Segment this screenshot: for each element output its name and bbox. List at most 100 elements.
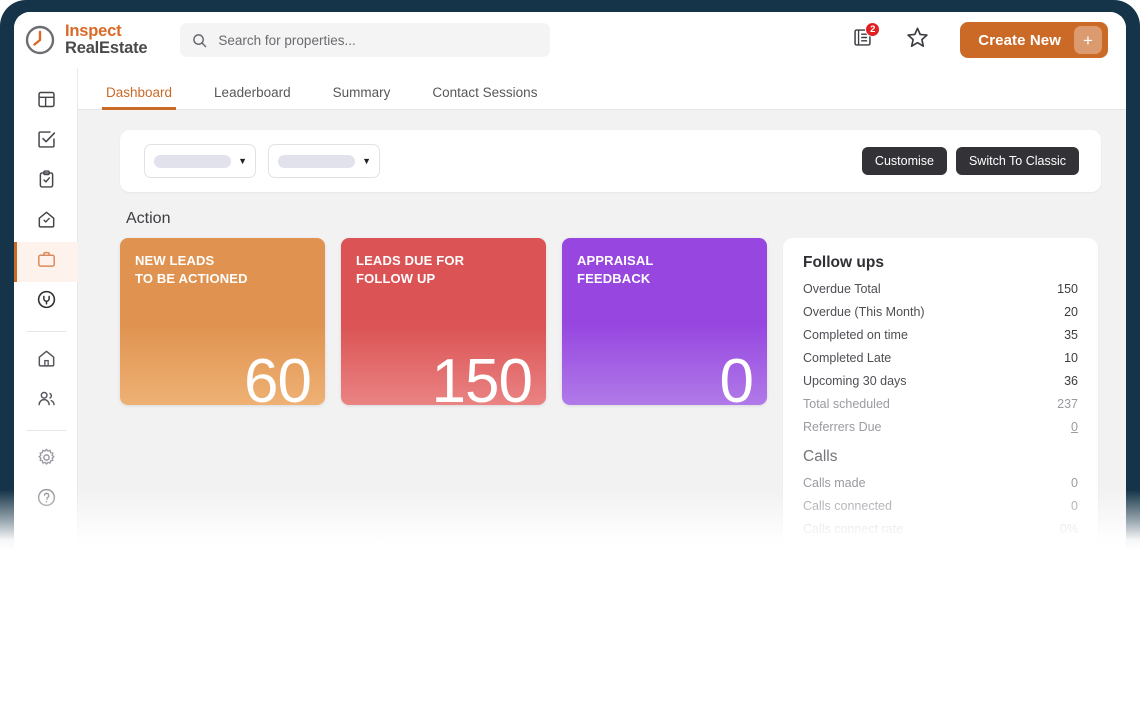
sidebar-divider-2 <box>25 430 66 431</box>
row-value: 0% <box>1059 522 1078 536</box>
card-new-leads[interactable]: NEW LEADS TO BE ACTIONED 60 <box>120 238 325 405</box>
card-label: APPOINTMENT COMPLETED <box>297 629 380 657</box>
filter-select-2[interactable]: ▼ <box>268 144 380 178</box>
logo-text-line2: RealEstate <box>65 39 148 57</box>
layout-dashboard-icon <box>36 89 57 115</box>
results-cards: APPRAISALS CONDUCTED APPOINTMENT COMPLET… <box>120 614 1101 724</box>
create-new-label: Create New <box>978 31 1061 49</box>
row-label: Overdue Total <box>803 282 881 296</box>
row-value: 150 <box>1057 282 1078 296</box>
clock-logo-icon <box>24 24 56 56</box>
notifications-button[interactable]: 2 <box>847 22 881 55</box>
filter-toolbar: ▼ ▼ Customise Switch To Classic <box>120 130 1101 192</box>
switch-to-classic-button[interactable]: Switch To Classic <box>955 147 1079 175</box>
header-actions: 2 Create New + <box>847 22 1126 58</box>
tab-dashboard[interactable]: Dashboard <box>101 85 177 110</box>
card-value-badge: 0 <box>554 625 587 665</box>
calls-row[interactable]: Calls connected 0 <box>803 499 1078 513</box>
followups-row[interactable]: Overdue Total 150 <box>803 282 1078 296</box>
search-bar[interactable] <box>180 23 551 57</box>
card-listed[interactable]: LISTED 0 <box>448 614 600 724</box>
help-circle-icon <box>36 487 57 513</box>
sidebar-item-integrations[interactable] <box>14 282 78 322</box>
card-leads-due-followup[interactable]: LEADS DUE FOR FOLLOW UP 150 <box>341 238 546 405</box>
tab-bar: Dashboard Leaderboard Summary Contact Se… <box>78 68 1126 110</box>
left-sidebar <box>14 68 78 728</box>
create-new-button[interactable]: Create New + <box>960 22 1108 58</box>
row-value: 20 <box>1064 305 1078 319</box>
card-appraisals-conducted[interactable]: APPRAISALS CONDUCTED <box>120 614 272 724</box>
row-value: 0 <box>1071 545 1078 559</box>
gear-icon <box>36 447 57 473</box>
followups-row[interactable]: Completed on time 35 <box>803 328 1078 342</box>
customise-button[interactable]: Customise <box>861 147 947 175</box>
tab-contact-sessions[interactable]: Contact Sessions <box>432 85 537 109</box>
plus-icon: + <box>1074 26 1102 54</box>
tab-leaderboard[interactable]: Leaderboard <box>214 85 291 109</box>
loading-skeleton <box>154 154 232 168</box>
card-value: 60 <box>244 347 312 406</box>
dashboard-scroll-area: ▼ ▼ Customise Switch To Classic Action N… <box>78 110 1126 724</box>
card-label: GAINED <box>625 629 669 641</box>
loading-skeleton <box>278 154 356 168</box>
card-value: 150 <box>431 347 533 406</box>
favourites-button[interactable] <box>902 25 932 55</box>
card-gained[interactable]: GAINED 0 <box>612 614 764 724</box>
calls-row[interactable]: Calls connect rate 0% <box>803 522 1078 536</box>
row-label: Calls connected <box>803 499 892 513</box>
row-value: 10 <box>1064 351 1078 365</box>
clipboard-check-icon <box>36 169 57 195</box>
logo-text-line1: Inspect <box>65 22 122 41</box>
chevron-down-icon: ▼ <box>238 155 247 166</box>
sidebar-item-contacts[interactable] <box>14 381 78 421</box>
calls-row[interactable]: Appointments booked from call 0 <box>803 545 1078 559</box>
followups-row[interactable]: Overdue (This Month) 20 <box>803 305 1078 319</box>
card-title: APPRAISAL FEEDBACK <box>577 253 654 286</box>
card-title: LEADS DUE FOR FOLLOW UP <box>356 253 465 286</box>
card-appraisal-feedback[interactable]: APPRAISAL FEEDBACK 0 <box>562 238 767 405</box>
card-value: 0 <box>719 347 754 406</box>
home-icon <box>36 348 57 374</box>
star-icon <box>905 25 930 55</box>
briefcase-icon <box>36 249 57 275</box>
action-row: NEW LEADS TO BE ACTIONED 60 LEADS DUE FO… <box>120 238 1101 568</box>
app-logo[interactable]: Inspect RealEstate <box>24 22 148 57</box>
followups-row[interactable]: Total scheduled 237 <box>803 397 1078 411</box>
card-appointment-completed[interactable]: APPOINTMENT COMPLETED 0 <box>284 614 436 724</box>
row-label: Completed on time <box>803 328 908 342</box>
sidebar-item-tasks[interactable] <box>14 122 78 162</box>
browser-frame: Inspect RealEstate Search for properties… <box>0 0 1140 728</box>
gauge-chart <box>143 676 249 724</box>
followups-panel: Follow ups Overdue Total 150 Overdue (Th… <box>783 238 1098 568</box>
sidebar-item-settings[interactable] <box>14 440 78 480</box>
row-value: 237 <box>1057 397 1078 411</box>
app-window: Inspect RealEstate Search for properties… <box>14 12 1126 728</box>
row-label: Completed Late <box>803 351 892 365</box>
sidebar-item-dashboard[interactable] <box>14 82 78 122</box>
people-icon <box>36 388 57 414</box>
sidebar-item-clipboard[interactable] <box>14 162 78 202</box>
row-value-link[interactable]: 0 <box>1071 420 1078 434</box>
followups-row-referrers-due[interactable]: Referrers Due 0 <box>803 420 1078 434</box>
calls-row[interactable]: Calls made 0 <box>803 476 1078 490</box>
tab-summary[interactable]: Summary <box>333 85 391 109</box>
sidebar-item-business[interactable] <box>14 242 78 282</box>
sidebar-item-help[interactable] <box>14 480 78 520</box>
row-label: Appointments booked from call <box>803 545 975 559</box>
search-icon <box>192 33 207 48</box>
sidebar-item-home[interactable] <box>14 341 78 381</box>
checkbox-square-icon <box>36 129 57 155</box>
plug-circle-icon <box>36 289 57 315</box>
chevron-down-icon: ▼ <box>362 155 371 166</box>
card-label: LISTED <box>461 629 502 641</box>
sidebar-item-property-check[interactable] <box>14 202 78 242</box>
search-input[interactable] <box>218 32 519 48</box>
row-value: 36 <box>1064 374 1078 388</box>
filter-select-1[interactable]: ▼ <box>144 144 256 178</box>
followups-row[interactable]: Completed Late 10 <box>803 351 1078 365</box>
row-label: Calls made <box>803 476 866 490</box>
action-cards: NEW LEADS TO BE ACTIONED 60 LEADS DUE FO… <box>120 238 767 405</box>
card-value-badge: 0 <box>390 625 423 665</box>
results-section-title: Results <box>126 586 180 603</box>
followups-row[interactable]: Upcoming 30 days 36 <box>803 374 1078 388</box>
